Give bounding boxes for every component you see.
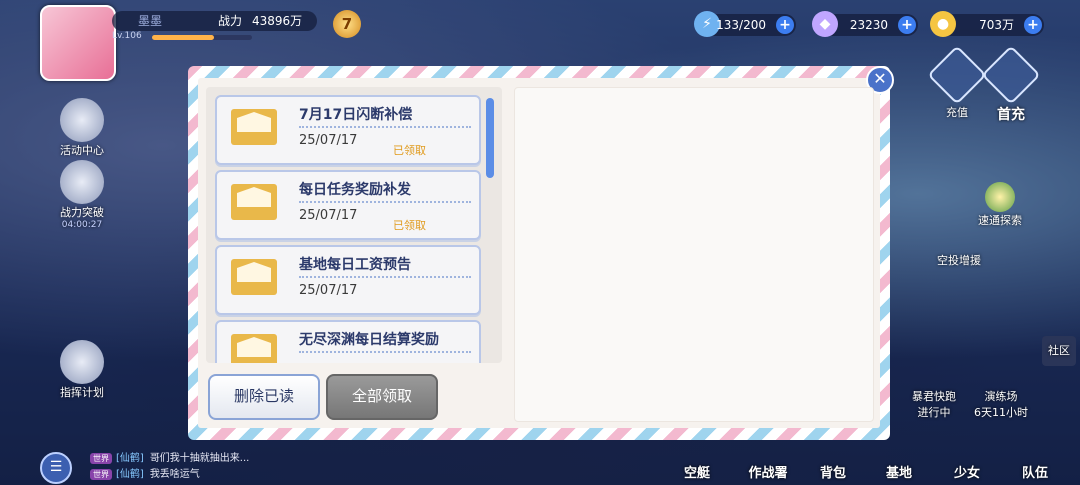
envelope-icon: [231, 109, 277, 145]
add-gold-button[interactable]: +: [1024, 16, 1042, 34]
stamina-resource: ⚡ 133/200 +: [694, 11, 796, 37]
stamina-value: 133/200: [716, 18, 766, 32]
airdrop-button[interactable]: 空投增援: [928, 252, 990, 268]
speed-explore-label: 速通探索: [978, 214, 1022, 227]
mail-title: 每日任务奖励补发: [299, 182, 411, 198]
mail-divider: [299, 126, 471, 128]
gold-value: 703万: [979, 18, 1014, 32]
mail-date: 25/07/17: [299, 283, 358, 298]
player-avatar[interactable]: [40, 5, 116, 81]
mail-title: 基地每日工资预告: [299, 257, 411, 273]
power-breakthrough-timer: 04:00:27: [61, 220, 103, 230]
command-plan-button[interactable]: 指挥计划: [52, 340, 112, 400]
diamond-resource: ◆ 23230 +: [812, 11, 918, 37]
player-name: 墨墨: [138, 14, 163, 28]
mail-detail-panel: [514, 87, 874, 422]
airdrop-label: 空投增援: [937, 254, 981, 267]
activity-center-icon: [60, 98, 104, 142]
first-recharge-label: 首充: [997, 107, 1025, 123]
level-bar: Lv.106: [112, 31, 252, 43]
vip-badge[interactable]: 7: [333, 10, 361, 38]
recharge-label: 充值: [946, 106, 968, 119]
mail-date: 25/07/17: [299, 133, 358, 148]
community-button[interactable]: 社区: [1042, 336, 1076, 366]
chat-line[interactable]: 世界 [仙鹤] 哥们我十抽就抽出来...: [90, 449, 249, 464]
power-breakthrough-button[interactable]: 战力突破 04:00:27: [52, 160, 112, 230]
chat-message: 哥们我十抽就抽出来...: [149, 453, 250, 464]
command-plan-label: 指挥计划: [60, 386, 104, 399]
mail-status: 已领取: [393, 219, 426, 232]
first-recharge-button[interactable]: 首充: [981, 45, 1041, 124]
training-ground-label: 演练场: [984, 390, 1018, 403]
envelope-icon: [231, 184, 277, 220]
gold-resource: ● 703万 +: [930, 11, 1044, 37]
training-ground-event[interactable]: 演练场 6天11小时: [970, 388, 1032, 420]
mail-item[interactable]: 无尽深渊每日结算奖励: [215, 320, 481, 363]
power-breakthrough-label: 战力突破: [60, 206, 104, 219]
mail-item[interactable]: 每日任务奖励补发 25/07/17 已领取: [215, 170, 481, 240]
envelope-icon: [231, 334, 277, 363]
exp-track: [152, 35, 252, 40]
nav-operations[interactable]: 作战署: [738, 462, 798, 481]
mail-item[interactable]: 基地每日工资预告 25/07/17: [215, 245, 481, 315]
player-info-bar: 墨墨 战力 43896万: [112, 11, 317, 31]
mail-title: 无尽深渊每日结算奖励: [299, 332, 439, 348]
activity-center-label: 活动中心: [60, 144, 104, 157]
tyrant-run-label: 暴君快跑: [912, 390, 956, 403]
mail-list[interactable]: 7月17日闪断补偿 25/07/17 已领取 每日任务奖励补发 25/07/17…: [206, 87, 502, 363]
add-stamina-button[interactable]: +: [776, 16, 794, 34]
mail-title: 7月17日闪断补偿: [299, 107, 413, 123]
gold-coin-icon: ●: [930, 11, 956, 37]
chat-button[interactable]: ☰: [40, 452, 72, 484]
tyrant-run-status: 进行中: [917, 406, 951, 419]
chat-message: 我丢啥运气: [149, 469, 200, 480]
mail-list-scrollbar[interactable]: [486, 98, 494, 178]
chat-sender: [仙鹤]: [116, 469, 144, 480]
speed-explore-icon: [985, 182, 1015, 212]
power-value: 43896万: [252, 14, 303, 28]
chat-line[interactable]: 世界 [仙鹤] 我丢啥运气: [90, 465, 200, 480]
first-recharge-icon: [981, 45, 1041, 105]
diamond-icon: ◆: [812, 11, 838, 37]
delete-read-button[interactable]: 删除已读: [208, 374, 320, 420]
add-diamond-button[interactable]: +: [898, 16, 916, 34]
chat-channel-tag: 世界: [90, 469, 112, 480]
power-breakthrough-icon: [60, 160, 104, 204]
chat-sender: [仙鹤]: [116, 453, 144, 464]
mail-item[interactable]: 7月17日闪断补偿 25/07/17 已领取: [215, 95, 481, 165]
nav-team[interactable]: 队伍: [1010, 462, 1060, 481]
activity-center-button[interactable]: 活动中心: [52, 98, 112, 158]
mail-status: 已领取: [393, 144, 426, 157]
power-label: 战力: [218, 14, 243, 28]
recharge-button[interactable]: 充值: [927, 45, 987, 120]
mail-divider: [299, 351, 471, 353]
community-label: 社区: [1048, 344, 1070, 357]
nav-girls[interactable]: 少女: [944, 462, 990, 481]
nav-base[interactable]: 基地: [876, 462, 922, 481]
command-plan-icon: [60, 340, 104, 384]
speed-explore-button[interactable]: 速通探索: [970, 182, 1030, 228]
tyrant-run-event[interactable]: 暴君快跑 进行中: [906, 388, 962, 420]
nav-backpack[interactable]: 背包: [810, 462, 856, 481]
training-ground-status: 6天11小时: [974, 406, 1028, 419]
mail-date: 25/07/17: [299, 208, 358, 223]
exp-fill: [152, 35, 214, 40]
diamond-value: 23230: [849, 18, 888, 32]
claim-all-button[interactable]: 全部领取: [326, 374, 438, 420]
envelope-icon: [231, 259, 277, 295]
nav-airship[interactable]: 空艇: [672, 462, 722, 481]
chat-channel-tag: 世界: [90, 453, 112, 464]
mail-divider: [299, 201, 471, 203]
mail-divider: [299, 276, 471, 278]
recharge-icon: [927, 45, 987, 105]
player-level: Lv.106: [112, 31, 142, 41]
